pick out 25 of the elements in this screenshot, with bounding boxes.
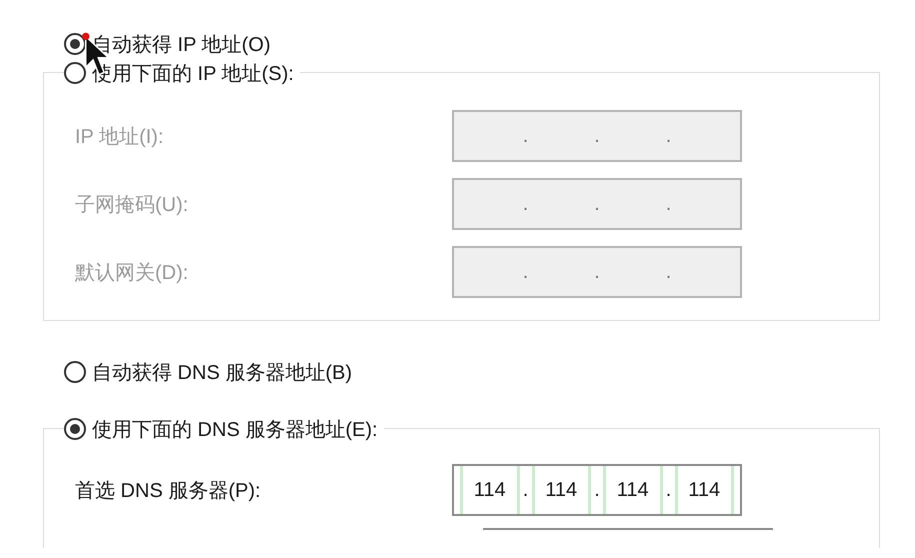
dot-separator: .	[593, 478, 601, 502]
dot-separator: .	[522, 260, 530, 284]
field-label: 首选 DNS 服务器(P):	[74, 478, 262, 504]
radio-label: 自动获得 DNS 服务器地址(B)	[92, 360, 352, 386]
dot-separator: .	[664, 192, 672, 216]
dot-separator: .	[664, 260, 672, 284]
radio-button[interactable]	[64, 418, 86, 440]
dot-separator: .	[522, 478, 530, 502]
dot-separator: .	[593, 124, 601, 148]
dot-separator: .	[522, 192, 530, 216]
field-label: 子网掩码(U):	[74, 192, 190, 218]
octet-text: 114	[616, 478, 649, 502]
field-label: 默认网关(D):	[74, 260, 190, 286]
octet-text: 114	[474, 478, 506, 502]
octet-text: 114	[688, 478, 720, 502]
dot-separator: .	[522, 124, 530, 148]
radio-button[interactable]	[64, 361, 86, 383]
radio-label: 使用下面的 DNS 服务器地址(E):	[92, 418, 378, 442]
dot-separator: .	[593, 192, 601, 216]
dot-separator: .	[593, 260, 601, 284]
field-label: IP 地址(I):	[74, 124, 165, 150]
ip-address-field[interactable]: 114 . 114 . 114 . 114	[452, 464, 742, 516]
octet-text: 114	[545, 478, 578, 502]
dot-separator: .	[664, 478, 672, 502]
dot-separator: .	[664, 124, 672, 148]
